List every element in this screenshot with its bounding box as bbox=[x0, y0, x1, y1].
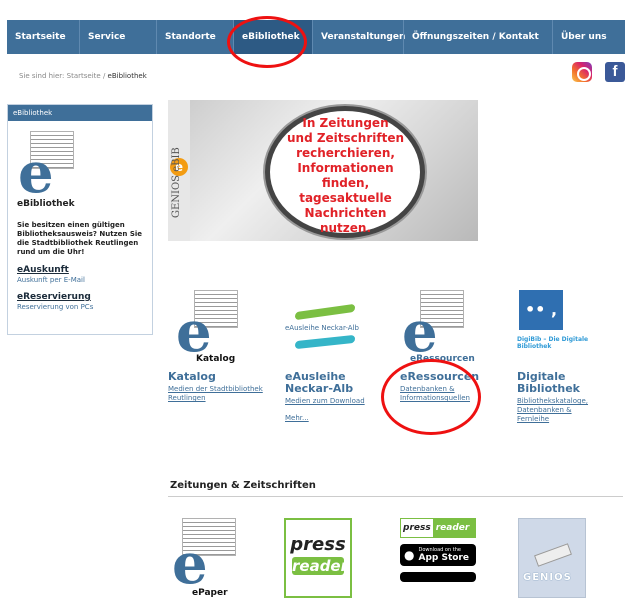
pressreader-press: press bbox=[290, 534, 346, 555]
nav-veranstaltungen[interactable]: Veranstaltungen bbox=[313, 20, 405, 54]
e-letter-icon: e bbox=[402, 299, 438, 365]
wave-icon bbox=[295, 303, 355, 321]
hero-line: In Zeitungen bbox=[302, 116, 389, 130]
sidebar-link-ereservierung[interactable]: eReservierung bbox=[17, 292, 152, 302]
sidebar-link-eauskunft[interactable]: eAuskunft bbox=[17, 265, 152, 275]
eausleihe-logo-text: eAusleihe Neckar-Alb bbox=[285, 324, 359, 332]
app-store-badge[interactable]: ● Download on the App Store bbox=[400, 544, 476, 566]
e-letter-icon: e bbox=[176, 299, 212, 365]
pressreader-reader: reader bbox=[292, 557, 349, 575]
tile-katalog[interactable]: e Katalog Katalog Medien der Stadtbiblio… bbox=[168, 290, 268, 403]
hero-line: Nachrichten bbox=[304, 206, 387, 220]
ebibliothek-logo-icon: e bbox=[18, 131, 74, 201]
sidebar-header: eBibliothek bbox=[8, 105, 152, 121]
digibib-logo-icon: •• , DigiBib – Die Digitale Bibliothek bbox=[517, 290, 588, 364]
main-nav: Startseite Service Standorte eBibliothek… bbox=[7, 20, 625, 54]
tile-eausleihe[interactable]: eAusleihe Neckar-Alb eAusleihe Neckar-Al… bbox=[285, 290, 385, 422]
breadcrumb-prefix: Sie sind hier: bbox=[19, 72, 65, 80]
app-store-label: App Store bbox=[418, 553, 469, 563]
nav-service[interactable]: Service bbox=[80, 20, 156, 54]
breadcrumb-home[interactable]: Startseite bbox=[67, 72, 101, 80]
highlight-circle-eressourcen bbox=[381, 359, 481, 435]
tile-desc[interactable]: Medien zum Download bbox=[285, 397, 385, 406]
katalog-caption: Katalog bbox=[196, 354, 236, 364]
epaper-tile[interactable]: e ePaper bbox=[172, 518, 240, 598]
sidebar-sub-eauskunft[interactable]: Auskunft per E-Mail bbox=[17, 276, 152, 284]
pressreader-small-a: press bbox=[403, 523, 431, 533]
wave-icon bbox=[295, 334, 355, 350]
epaper-label: ePaper bbox=[192, 588, 228, 598]
highlight-circle-nav bbox=[227, 16, 307, 68]
e-letter-icon: e bbox=[172, 531, 208, 597]
more-link[interactable]: Mehr... bbox=[285, 414, 385, 422]
hero-line: nutzen. bbox=[319, 221, 372, 235]
sidebar-text: Sie besitzen einen gültigen Bibliotheksa… bbox=[17, 221, 143, 256]
tile-label[interactable]: eAusleihe Neckar-Alb bbox=[285, 371, 365, 395]
pressreader-app-tile[interactable]: press reader ● Download on the App Store bbox=[400, 518, 480, 598]
genios-logo: GENIOS bbox=[523, 572, 572, 583]
hero-line: tagesaktuelle bbox=[299, 191, 392, 205]
digibib-caption: DigiBib – Die Digitale Bibliothek bbox=[517, 336, 589, 350]
newspaper-icon bbox=[534, 543, 572, 567]
hero-side-text: GENIOS eBIB bbox=[171, 147, 182, 218]
eressourcen-icon: e eRessourcen bbox=[402, 290, 476, 364]
hero-text: In Zeitungen und Zeitschriften recherchi… bbox=[279, 116, 412, 236]
tile-label[interactable]: Digitale Bibliothek bbox=[517, 371, 623, 395]
eausleihe-logo-icon: eAusleihe Neckar-Alb bbox=[285, 290, 371, 364]
nav-oeffnungszeiten[interactable]: Öffnungszeiten / Kontakt bbox=[404, 20, 552, 54]
app-store-text: Download on the App Store bbox=[418, 547, 469, 563]
breadcrumb-current: eBibliothek bbox=[107, 72, 147, 80]
section-divider bbox=[168, 496, 623, 497]
nav-startseite[interactable]: Startseite bbox=[7, 20, 79, 54]
pressreader-tile[interactable]: press reader bbox=[284, 518, 352, 598]
hero-line: recherchieren, bbox=[296, 146, 395, 160]
sidebar: eBibliothek e eBibliothek Sie besitzen e… bbox=[7, 104, 153, 335]
google-play-badge[interactable] bbox=[400, 572, 476, 582]
nav-standorte[interactable]: Standorte bbox=[157, 20, 233, 54]
genios-tile[interactable]: GENIOS bbox=[518, 518, 586, 598]
pressreader-logo: press reader bbox=[400, 518, 476, 538]
tile-label[interactable]: Katalog bbox=[168, 371, 268, 383]
facebook-icon[interactable]: f bbox=[605, 62, 625, 82]
section-title: Zeitungen & Zeitschriften bbox=[170, 480, 316, 491]
apple-icon: ● bbox=[404, 548, 415, 562]
hero-line: und Zeitschriften bbox=[286, 131, 404, 145]
tile-desc[interactable]: Bibliothekskataloge, Datenbanken & Fernl… bbox=[517, 397, 589, 424]
tile-desc[interactable]: Medien der Stadtbibliothek Reutlingen bbox=[168, 385, 268, 403]
breadcrumb: Sie sind hier: Startseite / eBibliothek bbox=[19, 72, 147, 80]
nav-ueber-uns[interactable]: Über uns bbox=[553, 20, 613, 54]
tile-digitale-bibliothek[interactable]: •• , DigiBib – Die Digitale Bibliothek D… bbox=[517, 290, 623, 424]
pressreader-small-b: reader bbox=[432, 519, 475, 537]
instagram-icon[interactable] bbox=[572, 62, 592, 82]
hero-banner[interactable]: e GENIOS eBIB In Zeitungen und Zeitschri… bbox=[168, 100, 478, 241]
digibib-box-icon: •• , bbox=[519, 290, 563, 330]
katalog-icon: e Katalog bbox=[176, 290, 238, 364]
sidebar-sub-ereservierung[interactable]: Reservierung von PCs bbox=[17, 303, 152, 311]
breadcrumb-separator: / bbox=[102, 72, 106, 80]
hero-line: Informationen finden, bbox=[297, 161, 394, 190]
e-letter-icon: e bbox=[18, 140, 54, 206]
